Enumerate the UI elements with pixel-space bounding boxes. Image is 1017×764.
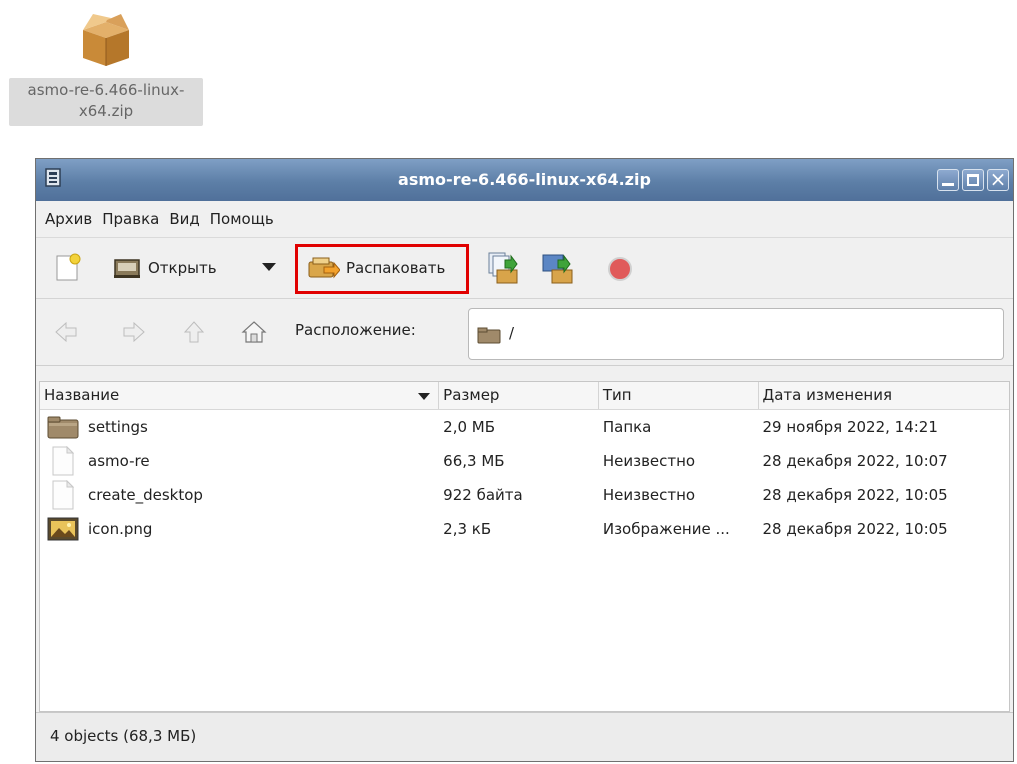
column-type[interactable]: Тип [599,382,759,409]
open-button[interactable]: Открыть [112,256,217,280]
file-list: Название Размер Тип Дата изменения setti… [39,381,1010,712]
desktop-file-label: asmo-re-6.466-linux-x64.zip [9,78,203,126]
file-size: 922 байта [443,486,523,504]
file-date: 28 декабря 2022, 10:05 [762,520,948,538]
menu-help[interactable]: Помощь [210,210,274,228]
column-name-label: Название [44,386,120,404]
file-size: 2,3 кБ [443,520,492,538]
table-row[interactable]: icon.png 2,3 кБ Изображение ... 28 декаб… [40,512,1009,546]
archive-manager-window: asmo-re-6.466-linux-x64.zip × Архив Прав… [35,158,1014,762]
minimize-button[interactable] [937,169,959,191]
file-icon [52,480,74,510]
menu-archive[interactable]: Архив [45,210,92,228]
location-label: Расположение: [295,321,416,339]
menu-view[interactable]: Вид [169,210,199,228]
folder-icon [477,327,501,344]
menu-bar: Архив Правка Вид Помощь [36,201,1013,238]
status-text: 4 objects (68,3 МБ) [50,727,197,745]
file-name: create_desktop [88,486,203,504]
image-icon [47,517,79,541]
new-archive-button[interactable] [54,252,82,282]
open-label: Открыть [148,259,217,277]
table-row[interactable]: create_desktop 922 байта Неизвестно 28 д… [40,478,1009,512]
stop-icon [608,257,632,281]
file-type: Неизвестно [602,452,696,470]
package-zip-icon [83,14,129,66]
close-button[interactable]: × [987,169,1009,191]
file-type: Неизвестно [602,486,696,504]
file-size: 66,3 МБ [443,452,505,470]
column-name[interactable]: Название [40,382,440,409]
toolbar: Открыть Распаковать [36,238,1013,299]
column-date[interactable]: Дата изменения [759,382,1009,409]
file-icon [52,446,74,476]
back-arrow-icon [55,321,77,343]
stop-button[interactable] [607,256,633,282]
forward-button[interactable] [122,320,146,344]
file-type: Папка [602,418,652,436]
extract-highlight-box [295,244,469,294]
table-row[interactable]: settings 2,0 МБ Папка 29 ноября 2022, 14… [40,410,1009,444]
file-name: icon.png [88,520,153,538]
location-bar: Расположение: / [36,299,1013,366]
status-bar: 4 objects (68,3 МБ) [36,712,1013,761]
open-dropdown-button[interactable] [262,262,276,272]
add-folder-icon [542,254,573,284]
add-files-button[interactable] [485,250,521,286]
sort-down-icon [418,393,431,400]
home-icon [241,321,267,343]
desktop-file-icon[interactable]: asmo-re-6.466-linux-x64.zip [6,8,206,126]
chevron-down-icon [262,263,276,271]
file-size: 2,0 МБ [443,418,496,436]
open-archive-icon [114,259,140,278]
add-folder-button[interactable] [540,250,576,286]
table-row[interactable]: asmo-re 66,3 МБ Неизвестно 28 декабря 20… [40,444,1009,478]
column-size[interactable]: Размер [439,382,599,409]
back-button[interactable] [54,320,78,344]
file-name: asmo-re [88,452,150,470]
forward-arrow-icon [123,321,145,343]
up-button[interactable] [182,320,206,344]
home-button[interactable] [241,319,267,345]
file-list-header: Название Размер Тип Дата изменения [40,382,1009,410]
title-bar[interactable]: asmo-re-6.466-linux-x64.zip × [36,159,1013,201]
new-document-icon [56,253,81,281]
folder-icon [47,416,79,439]
location-path: / [509,324,515,342]
up-arrow-icon [183,321,205,343]
menu-edit[interactable]: Правка [102,210,159,228]
add-files-icon [488,252,518,284]
file-date: 29 ноября 2022, 14:21 [762,418,938,436]
location-field[interactable]: / [468,308,1004,360]
window-title: asmo-re-6.466-linux-x64.zip [398,170,651,189]
file-date: 28 декабря 2022, 10:05 [762,486,948,504]
maximize-button[interactable] [962,169,984,191]
file-type: Изображение ... [602,520,730,538]
file-name: settings [88,418,148,436]
file-date: 28 декабря 2022, 10:07 [762,452,948,470]
